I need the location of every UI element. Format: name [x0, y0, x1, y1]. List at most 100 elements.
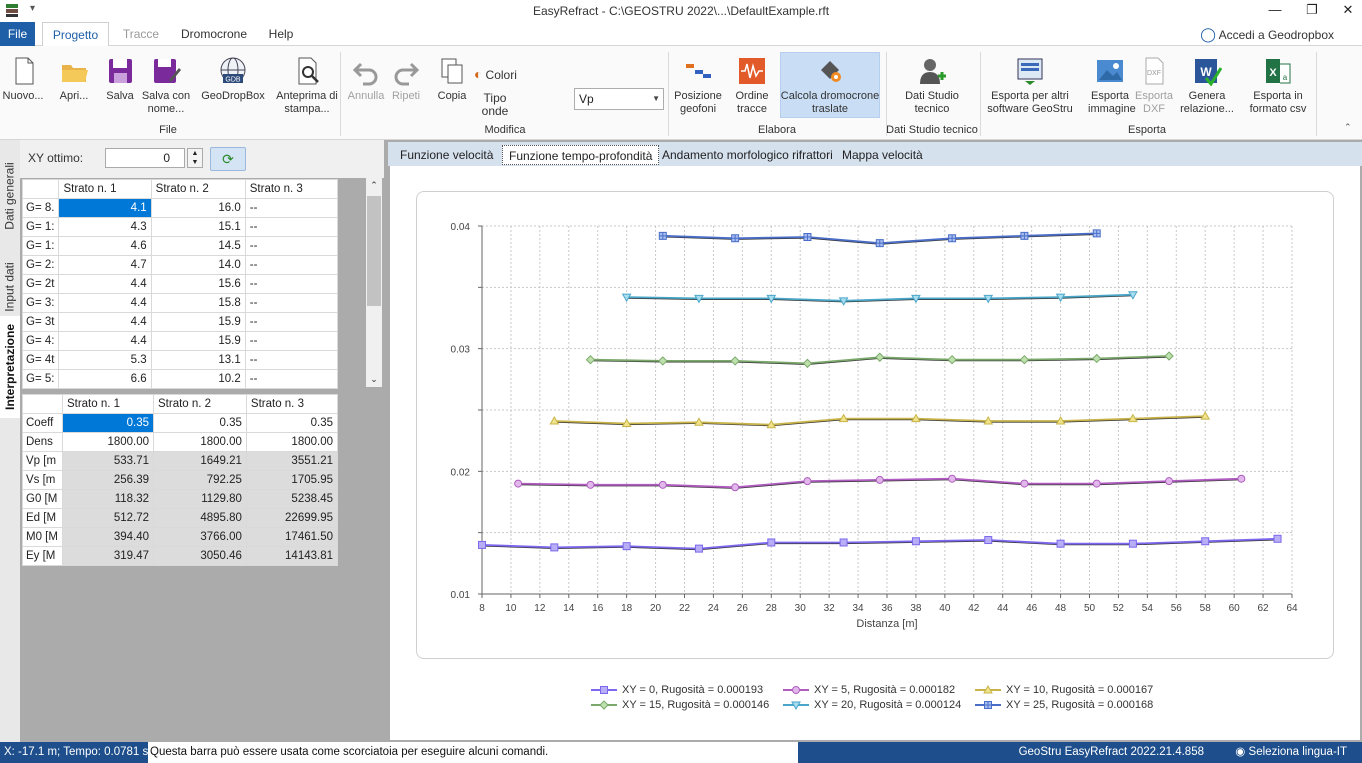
- table-cell[interactable]: 4.4: [58, 274, 152, 294]
- close-icon[interactable]: ✕: [1330, 0, 1362, 22]
- nuovo-button[interactable]: Nuovo...: [2, 56, 44, 103]
- table-cell[interactable]: --: [244, 312, 339, 332]
- tab-dromocrone[interactable]: Dromocrone: [176, 22, 252, 46]
- table-row: G= 4: 4.4 15.9 --: [21, 331, 339, 351]
- side-tab-interpretazione[interactable]: Interpretazione: [0, 316, 20, 418]
- table-cell[interactable]: 4.4: [58, 312, 152, 332]
- table-cell[interactable]: 1800.00: [245, 432, 339, 452]
- xy-ottimo-input[interactable]: 0: [105, 148, 185, 168]
- ripeti-button[interactable]: Ripeti: [388, 56, 424, 103]
- anteprima-label: Anteprima di stampa...: [276, 90, 338, 115]
- table-cell[interactable]: 14.0: [150, 255, 246, 275]
- table-cell[interactable]: 0.35: [245, 413, 339, 433]
- table-cell[interactable]: 15.9: [150, 312, 246, 332]
- command-shortcut-bar[interactable]: Questa barra può essere usata come scorc…: [148, 742, 798, 763]
- table-cell[interactable]: --: [244, 236, 339, 256]
- genera-relazione-button[interactable]: W Genera relazione...: [1178, 56, 1236, 116]
- esporta-dxf-button[interactable]: DXF Esporta DXF: [1134, 56, 1174, 116]
- esporta-software-button[interactable]: Esporta per altri software GeoStru: [984, 56, 1076, 116]
- table-cell[interactable]: 13.1: [150, 350, 246, 370]
- table-scrollbar[interactable]: ⌃ ⌄: [366, 178, 382, 387]
- posizione-geofoni-button[interactable]: Posizione geofoni: [672, 56, 724, 116]
- table-cell[interactable]: --: [244, 331, 339, 351]
- table-cell[interactable]: 4.4: [58, 293, 152, 313]
- table-cell[interactable]: 15.6: [150, 274, 246, 294]
- esporta-immagine-button[interactable]: Esporta immagine: [1088, 56, 1136, 116]
- tab-help[interactable]: Help: [262, 22, 300, 46]
- table-cell[interactable]: --: [244, 350, 339, 370]
- ordine-tracce-button[interactable]: Ordine tracce: [730, 56, 774, 116]
- legend-marker: [600, 686, 608, 694]
- language-selector[interactable]: ◉ Seleziona lingua-IT: [1235, 742, 1347, 763]
- anteprima-button[interactable]: Anteprima di stampa...: [276, 56, 338, 116]
- xy-ottimo-spinner[interactable]: ▲ ▼: [187, 148, 203, 168]
- table-cell[interactable]: 15.8: [150, 293, 246, 313]
- apri-button[interactable]: Apri...: [54, 56, 94, 103]
- tab-tracce[interactable]: Tracce: [114, 22, 168, 46]
- x-tick-label: 54: [1142, 603, 1154, 614]
- restore-icon[interactable]: ❐: [1294, 0, 1330, 22]
- table-cell[interactable]: 14.5: [150, 236, 246, 256]
- legend-swatch: [591, 700, 617, 710]
- table-cell[interactable]: --: [244, 293, 339, 313]
- image-icon: [1095, 56, 1125, 86]
- salva-button[interactable]: Salva: [102, 56, 138, 103]
- colori-button[interactable]: ◐ Colori: [474, 67, 524, 83]
- login-link[interactable]: ◯ Accedi a Geodropbox: [1200, 22, 1334, 47]
- table-cell[interactable]: 15.1: [150, 217, 246, 237]
- tab-andamento-morfologico[interactable]: Andamento morfologico rifrattori: [656, 145, 839, 165]
- salva-label: Salva: [106, 90, 134, 102]
- row-header: G= 3t: [21, 312, 60, 332]
- tab-progetto[interactable]: Progetto: [42, 22, 109, 46]
- table-cell[interactable]: --: [244, 274, 339, 294]
- table-cell: 22699.95: [245, 508, 339, 528]
- esporta-csv-button[interactable]: Xa Esporta in formato csv: [1246, 56, 1310, 116]
- copia-button[interactable]: Copia: [434, 56, 470, 103]
- copia-label: Copia: [437, 90, 467, 102]
- scrollbar-thumb[interactable]: [367, 196, 381, 306]
- table-cell[interactable]: 4.7: [58, 255, 152, 275]
- scroll-down-icon[interactable]: ⌄: [366, 374, 382, 385]
- table-cell[interactable]: 4.4: [58, 331, 152, 351]
- table-cell[interactable]: 16.0: [150, 198, 246, 218]
- table-cell[interactable]: --: [244, 255, 339, 275]
- tipo-onde-label: Tipo onde: [481, 91, 509, 118]
- file-menu[interactable]: File: [0, 22, 35, 46]
- x-tick-label: 46: [1026, 603, 1038, 614]
- table-cell[interactable]: 4.3: [58, 217, 152, 237]
- table-cell[interactable]: 0.35: [61, 413, 155, 433]
- table-cell[interactable]: 1800.00: [153, 432, 247, 452]
- table-cell[interactable]: 6.6: [58, 369, 152, 389]
- genera-relazione-label: Genera relazione...: [1180, 90, 1234, 115]
- tipo-onde-select[interactable]: Vp ▼: [574, 88, 664, 110]
- scroll-up-icon[interactable]: ⌃: [366, 180, 382, 191]
- tab-mappa-velocita[interactable]: Mappa velocità: [836, 145, 929, 165]
- tab-funzione-velocita[interactable]: Funzione velocità: [394, 145, 499, 165]
- calcola-dromocrone-button[interactable]: Calcola dromocrone traslate: [780, 56, 880, 116]
- table-cell[interactable]: 4.1: [58, 198, 152, 218]
- svg-text:W: W: [1200, 65, 1212, 79]
- table-cell[interactable]: 10.2: [150, 369, 246, 389]
- table-cell[interactable]: 1800.00: [61, 432, 155, 452]
- table-cell[interactable]: --: [244, 217, 339, 237]
- annulla-button[interactable]: Annulla: [344, 56, 388, 103]
- data-point: [550, 543, 559, 552]
- x-tick-label: 18: [621, 603, 633, 614]
- minimize-icon[interactable]: —: [1257, 0, 1293, 22]
- salva-con-nome-button[interactable]: Salva con nome...: [140, 56, 192, 116]
- side-tab-dati-generali[interactable]: Dati generali: [0, 144, 20, 248]
- table-cell[interactable]: 4.6: [58, 236, 152, 256]
- table-cell[interactable]: 0.35: [153, 413, 247, 433]
- collapse-ribbon-icon[interactable]: ⌃: [1344, 122, 1352, 133]
- geodropbox-button[interactable]: GDB GeoDropBox: [200, 56, 266, 103]
- side-tab-input-dati[interactable]: Input dati: [0, 250, 20, 324]
- dati-studio-button[interactable]: Dati Studio tecnico: [896, 56, 968, 116]
- colori-label: Colori: [485, 68, 517, 82]
- table-cell[interactable]: --: [244, 369, 339, 389]
- table-cell[interactable]: --: [244, 198, 339, 218]
- tab-funzione-tempo-profondita[interactable]: Funzione tempo-profondità: [502, 145, 660, 165]
- table-cell[interactable]: 5.3: [58, 350, 152, 370]
- table-cell[interactable]: 15.9: [150, 331, 246, 351]
- copy-icon: [437, 56, 467, 86]
- refresh-button[interactable]: ⟳: [210, 147, 246, 171]
